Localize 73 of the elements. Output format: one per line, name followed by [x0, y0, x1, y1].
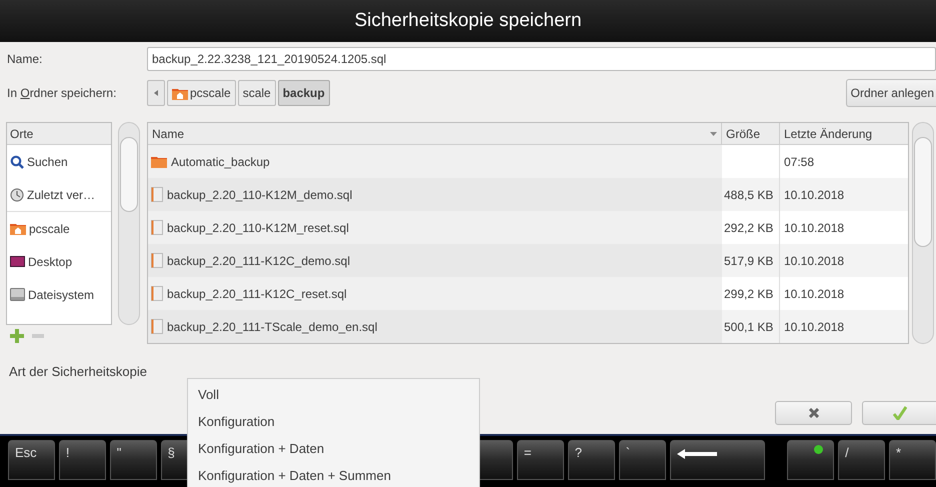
- backspace-key[interactable]: [670, 440, 766, 480]
- document-icon: [151, 286, 163, 301]
- table-cell-text: 488,5 KB: [724, 186, 774, 204]
- folder-icon: [151, 155, 167, 168]
- path-button[interactable]: scale: [238, 80, 276, 106]
- drive-icon: [10, 288, 25, 301]
- table-cell-text: 10.10.2018: [784, 186, 844, 204]
- table-cell-text: 10.10.2018: [784, 286, 844, 302]
- scrollbar-thumb[interactable]: [120, 137, 138, 212]
- search-icon: [10, 154, 24, 168]
- menu-item[interactable]: Voll: [188, 381, 479, 408]
- table-cell[interactable]: Automatic_backup: [148, 145, 722, 178]
- field-label: In Ordner speichern:: [7, 85, 118, 102]
- keyboard-key[interactable]: `: [618, 440, 666, 480]
- left-caret-icon: [154, 90, 158, 96]
- indicator-light-icon: [814, 445, 824, 454]
- clock-icon: [10, 188, 24, 202]
- confirm-button[interactable]: [862, 401, 936, 425]
- table-cell[interactable]: backup_2.20_111-TScale_demo_en.sql: [148, 310, 722, 343]
- scroll-left-button[interactable]: [147, 80, 165, 106]
- left-arrow-icon: [676, 449, 717, 459]
- table-cell-text: 299,2 KB: [724, 286, 774, 302]
- table-cell-text: 10.10.2018: [784, 252, 844, 270]
- sidebar-item[interactable]: pcscale: [7, 212, 111, 245]
- home-folder-icon: [10, 222, 26, 235]
- keyboard-key[interactable]: ": [110, 440, 157, 480]
- path-button[interactable]: backup: [278, 80, 330, 106]
- table-cell-text: 10.10.2018: [784, 220, 844, 236]
- table-cell-text: 292,2 KB: [724, 220, 774, 236]
- table-cell[interactable]: backup_2.20_111-K12C_demo.sql: [148, 244, 722, 277]
- table-cell-text: 07:58: [784, 154, 814, 170]
- column-header[interactable]: Letzte Änderung: [780, 123, 908, 144]
- column-header[interactable]: Orte: [7, 123, 111, 145]
- column-header[interactable]: Name: [148, 123, 722, 144]
- home-folder-icon: [172, 86, 188, 100]
- keyboard-key[interactable]: *: [889, 440, 936, 480]
- scrollbar[interactable]: [912, 122, 934, 344]
- table-cell[interactable]: backup_2.20_110-K12M_reset.sql: [148, 211, 722, 244]
- keyboard-key[interactable]: [787, 440, 834, 480]
- sort-caret-icon: [710, 132, 717, 136]
- cancel-button[interactable]: [775, 401, 852, 425]
- sidebar-item[interactable]: Zuletzt ver…: [7, 178, 111, 211]
- scrollbar-thumb[interactable]: [914, 137, 932, 247]
- document-icon: [151, 220, 163, 235]
- keyboard-key[interactable]: =: [516, 440, 564, 480]
- field-label: Art der Sicherheitskopie: [9, 363, 148, 381]
- menu-item[interactable]: Konfiguration: [188, 408, 479, 435]
- document-icon: [151, 319, 163, 334]
- sidebar-item[interactable]: Dateisystem: [7, 278, 111, 311]
- sidebar-item[interactable]: Desktop: [7, 245, 111, 278]
- input-field[interactable]: backup_2.22.3238_121_20190524.1205.sql: [147, 47, 936, 71]
- keyboard-key[interactable]: !: [58, 440, 106, 480]
- document-icon: [151, 253, 163, 268]
- plus-icon[interactable]: [10, 329, 24, 343]
- window-title: Sicherheitskopie speichern: [354, 8, 582, 33]
- close-icon: [808, 408, 818, 418]
- table-cell-text: 500,1 KB: [724, 318, 774, 336]
- sidebar-item[interactable]: Suchen: [7, 145, 111, 178]
- column-header[interactable]: Größe: [722, 123, 780, 144]
- check-icon: [892, 406, 906, 420]
- table-cell[interactable]: backup_2.20_111-K12C_reset.sql: [148, 277, 722, 310]
- scrollbar[interactable]: [118, 122, 140, 325]
- keyboard-key[interactable]: Esc: [8, 440, 55, 480]
- keyboard-key[interactable]: /: [838, 440, 886, 480]
- field-label: Name:: [7, 51, 44, 68]
- document-icon: [151, 187, 163, 202]
- keyboard-key[interactable]: ?: [568, 440, 615, 480]
- table-cell-text: 10.10.2018: [784, 318, 844, 336]
- path-button[interactable]: pcscale: [167, 80, 236, 106]
- create-folder-button[interactable]: Ordner anlegen: [846, 79, 936, 107]
- desktop-icon: [10, 256, 25, 267]
- table-cell-text: 517,9 KB: [724, 252, 774, 270]
- table-cell[interactable]: backup_2.20_110-K12M_demo.sql: [148, 178, 722, 211]
